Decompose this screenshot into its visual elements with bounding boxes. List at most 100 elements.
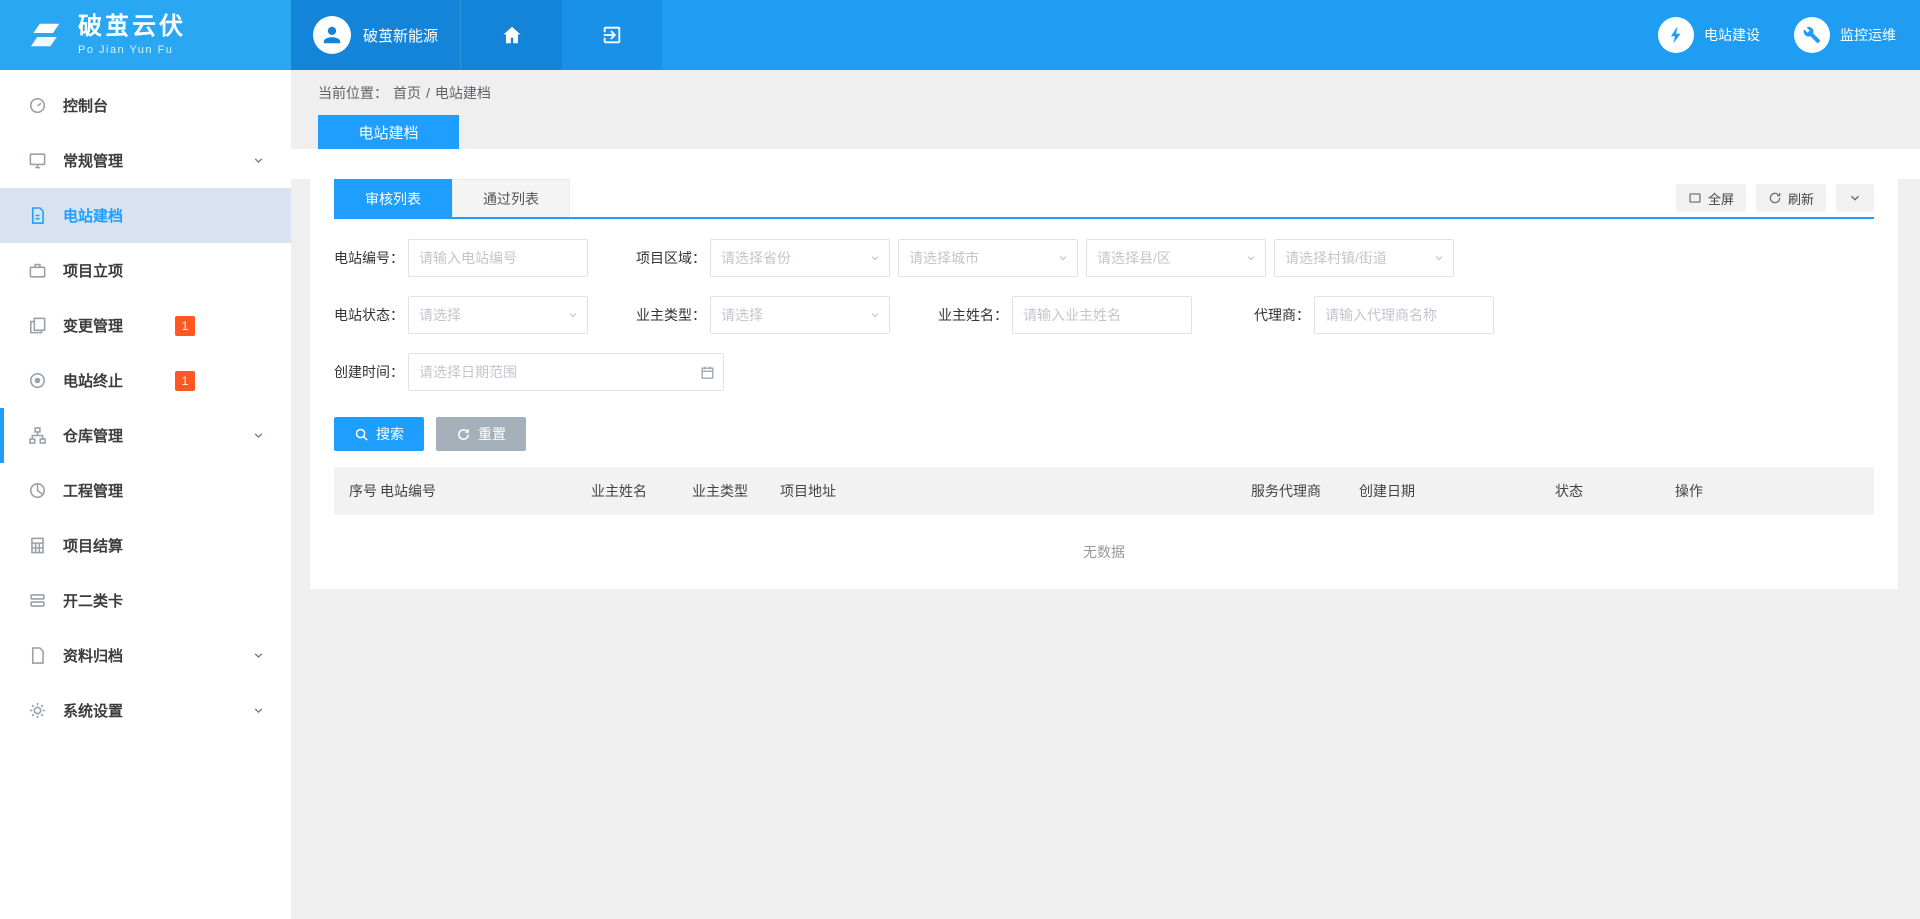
gear-icon — [28, 701, 48, 721]
station-status-select[interactable]: 请选择 — [408, 296, 588, 334]
logo-subtitle: Po Jian Yun Fu — [78, 44, 186, 56]
col-status: 状态 — [1555, 481, 1675, 501]
app-logo: 破茧云伏 Po Jian Yun Fu — [0, 0, 291, 70]
monitor-icon — [28, 151, 48, 171]
sidebar-item-station-filing[interactable]: 电站建档 — [0, 188, 291, 243]
search-icon — [354, 427, 369, 442]
change-mgmt-badge: 1 — [175, 316, 195, 336]
col-project-address: 项目地址 — [780, 481, 1251, 501]
sidebar-item-data-archive[interactable]: 资料归档 — [0, 628, 291, 683]
chevron-down-icon — [1245, 252, 1257, 264]
chevron-down-icon — [567, 309, 579, 321]
fullscreen-icon — [1688, 191, 1702, 205]
home-icon — [501, 24, 523, 46]
refresh-button[interactable]: 刷新 — [1756, 184, 1826, 212]
sidebar-item-project-settlement[interactable]: 项目结算 — [0, 518, 291, 573]
col-owner-name: 业主姓名 — [591, 481, 692, 501]
province-select[interactable]: 请选择省份 — [710, 239, 890, 277]
document-icon — [28, 206, 48, 226]
chevron-down-icon — [869, 309, 881, 321]
breadcrumb-prefix: 当前位置： — [318, 83, 388, 103]
chevron-down-icon — [1433, 252, 1445, 264]
tab-passed-list[interactable]: 通过列表 — [452, 179, 570, 217]
logo-title: 破茧云伏 — [78, 14, 186, 40]
breadcrumb: 当前位置： 首页 / 电站建档 — [291, 70, 1920, 115]
sidebar-item-station-termination[interactable]: 电站终止 1 — [0, 353, 291, 408]
refresh-icon — [1768, 191, 1782, 205]
content-card: 审核列表 通过列表 全屏 刷新 电站编号： — [310, 179, 1898, 589]
table-header: 序号 电站编号 业主姓名 业主类型 项目地址 服务代理商 创建日期 状态 操作 — [334, 467, 1874, 515]
chevron-down-icon — [1057, 252, 1069, 264]
owner-type-select[interactable]: 请选择 — [710, 296, 890, 334]
reset-icon — [456, 427, 471, 442]
empty-state: 无数据 — [334, 515, 1874, 589]
main-content: 当前位置： 首页 / 电站建档 电站建档 审核列表 通过列表 全屏 刷新 — [291, 70, 1920, 919]
user-menu[interactable]: 破茧新能源 — [291, 0, 460, 70]
station-no-label: 电站编号： — [334, 248, 404, 268]
sidebar-item-general-mgmt[interactable]: 常规管理 — [0, 133, 291, 188]
home-button[interactable] — [460, 0, 562, 70]
logo-icon — [24, 17, 66, 53]
app-header: 破茧云伏 Po Jian Yun Fu 破茧新能源 电站建设 — [0, 0, 1920, 70]
chevron-down-icon — [252, 429, 265, 442]
agent-label: 代理商： — [1240, 305, 1310, 325]
lightning-icon — [1666, 25, 1686, 45]
town-select[interactable]: 请选择村镇/街道 — [1274, 239, 1454, 277]
sidebar-item-project-initiation[interactable]: 项目立项 — [0, 243, 291, 298]
cards-icon — [28, 591, 48, 611]
search-button[interactable]: 搜索 — [334, 417, 424, 451]
owner-name-label: 业主姓名： — [938, 305, 1008, 325]
nav-station-construction[interactable]: 电站建设 — [1658, 17, 1760, 53]
pie-chart-icon — [28, 481, 48, 501]
chevron-down-icon — [252, 704, 265, 717]
nav-station-construction-label: 电站建设 — [1704, 25, 1760, 45]
date-range-input[interactable] — [408, 353, 724, 391]
owner-name-input[interactable] — [1012, 296, 1192, 334]
chevron-down-icon — [1848, 191, 1862, 205]
sitemap-icon — [28, 426, 48, 446]
tab-review-list[interactable]: 审核列表 — [334, 179, 452, 217]
agent-input[interactable] — [1314, 296, 1494, 334]
county-select[interactable]: 请选择县/区 — [1086, 239, 1266, 277]
fullscreen-button[interactable]: 全屏 — [1676, 184, 1746, 212]
sidebar-item-open-type2-card[interactable]: 开二类卡 — [0, 573, 291, 628]
logout-button[interactable] — [562, 0, 662, 70]
col-owner-type: 业主类型 — [692, 481, 780, 501]
user-icon — [320, 23, 344, 47]
collapse-toolbar-button[interactable] — [1836, 184, 1874, 212]
city-select[interactable]: 请选择城市 — [898, 239, 1078, 277]
owner-type-label: 业主类型： — [636, 305, 706, 325]
region-label: 项目区域： — [636, 248, 706, 268]
calculator-icon — [28, 536, 48, 556]
wrench-icon — [1803, 26, 1821, 44]
chevron-down-icon — [252, 154, 265, 167]
sidebar-item-warehouse-mgmt[interactable]: 仓库管理 — [0, 408, 291, 463]
sidebar-item-console[interactable]: 控制台 — [0, 78, 291, 133]
col-service-agent: 服务代理商 — [1251, 481, 1359, 501]
breadcrumb-current: 电站建档 — [435, 83, 491, 103]
station-termination-badge: 1 — [175, 371, 195, 391]
company-name: 破茧新能源 — [363, 25, 438, 46]
station-status-label: 电站状态： — [334, 305, 404, 325]
breadcrumb-home-link[interactable]: 首页 — [393, 83, 421, 103]
chevron-down-icon — [869, 252, 881, 264]
page-tab-station-filing[interactable]: 电站建档 — [318, 115, 459, 149]
sidebar: 控制台 常规管理 电站建档 项目立项 变更管理 1 电站终止 1 — [0, 70, 291, 919]
sidebar-item-change-mgmt[interactable]: 变更管理 1 — [0, 298, 291, 353]
station-no-input[interactable] — [408, 239, 588, 277]
dashboard-icon — [28, 96, 48, 116]
briefcase-icon — [28, 261, 48, 281]
calendar-icon — [700, 365, 715, 380]
tab-bar-strip — [291, 149, 1920, 179]
col-created-date: 创建日期 — [1359, 481, 1555, 501]
created-time-label: 创建时间： — [334, 362, 404, 382]
nav-monitoring-ops[interactable]: 监控运维 — [1794, 17, 1896, 53]
sidebar-item-system-settings[interactable]: 系统设置 — [0, 683, 291, 738]
sidebar-item-engineering-mgmt[interactable]: 工程管理 — [0, 463, 291, 518]
card-tab-bar: 审核列表 通过列表 全屏 刷新 — [334, 179, 1874, 219]
col-station-no: 电站编号 — [380, 481, 591, 501]
reset-button[interactable]: 重置 — [436, 417, 526, 451]
file-icon — [28, 646, 48, 666]
record-circle-icon — [28, 371, 48, 391]
col-index: 序号 — [334, 481, 380, 501]
